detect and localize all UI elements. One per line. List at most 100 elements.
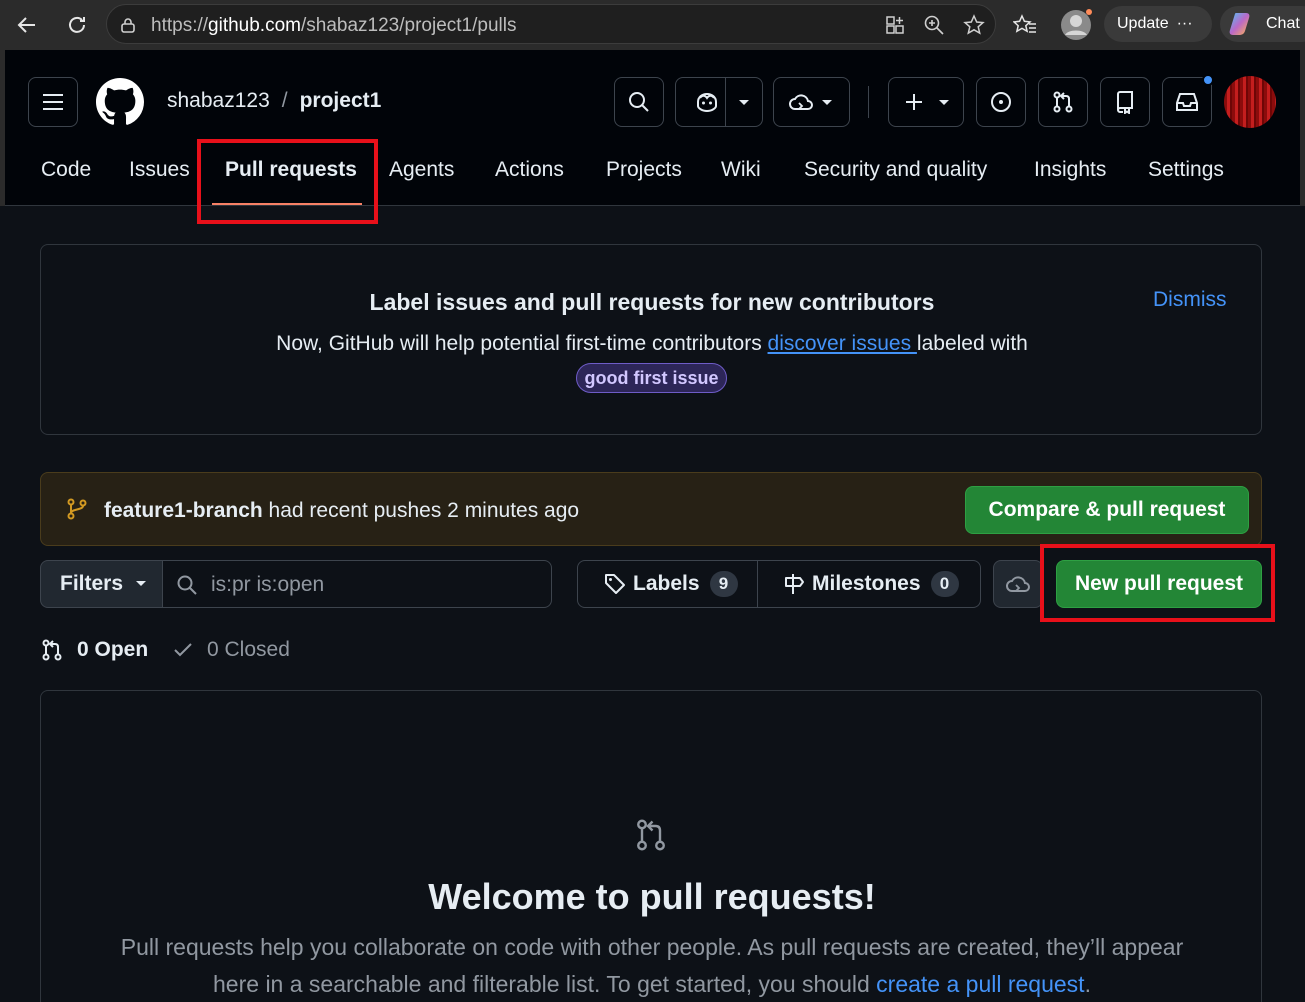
labels-label: Labels [633, 572, 700, 595]
empty-state-panel: Welcome to pull requests! Pull requests … [40, 690, 1262, 1002]
create-new-button[interactable] [888, 77, 964, 127]
copilot-icon [697, 92, 717, 113]
copilot-icon [1229, 13, 1250, 35]
open-filter-link[interactable]: 0 Open [40, 638, 148, 662]
update-label: Update [1117, 15, 1169, 32]
search-input[interactable] [211, 571, 531, 599]
zoom-icon[interactable] [921, 12, 947, 38]
issues-button[interactable] [976, 77, 1026, 127]
site-info-icon[interactable] [115, 12, 141, 38]
tab-settings[interactable]: Settings [1148, 158, 1224, 182]
update-button[interactable]: Update ··· [1104, 6, 1212, 42]
milestone-icon [785, 574, 804, 594]
address-bar[interactable]: https://github.com/shabaz123/project1/pu… [106, 4, 996, 44]
dismiss-button[interactable]: Dismiss [1153, 288, 1227, 312]
tab-code[interactable]: Code [41, 158, 91, 182]
repo-owner-link[interactable]: shabaz123 [167, 89, 270, 112]
open-count: 0 Open [77, 638, 149, 661]
chat-label: Chat [1266, 15, 1300, 32]
banner-text-before: Now, GitHub will help potential first-ti… [276, 332, 768, 355]
filters-label: Filters [60, 572, 124, 595]
chevron-down-icon [822, 100, 832, 105]
codespaces-menu-button[interactable] [773, 77, 850, 127]
more-dots: ··· [1176, 15, 1193, 32]
tab-agents[interactable]: Agents [389, 158, 454, 182]
tag-icon [605, 574, 625, 594]
chevron-down-icon [136, 581, 147, 586]
compare-pull-request-button[interactable]: Compare & pull request [965, 486, 1249, 534]
git-pull-request-icon [1053, 91, 1073, 113]
git-pull-request-icon [637, 819, 665, 851]
plus-icon [906, 94, 922, 110]
profile-icon[interactable] [1058, 7, 1094, 43]
url-text: https://github.com/shabaz123/project1/pu… [151, 15, 516, 37]
tab-projects[interactable]: Projects [606, 158, 682, 182]
copilot-chat-button[interactable]: Chat [1220, 6, 1305, 42]
search-button[interactable] [614, 77, 664, 127]
cloud-icon [1006, 576, 1030, 592]
milestones-count: 0 [930, 571, 959, 597]
tab-insights[interactable]: Insights [1034, 158, 1106, 182]
favorite-star-icon[interactable] [961, 12, 987, 38]
repositories-button[interactable] [1100, 77, 1150, 127]
hamburger-icon [43, 94, 63, 110]
recent-push-text: feature1-branch had recent pushes 2 minu… [104, 499, 579, 523]
git-branch-icon [67, 498, 87, 520]
back-icon[interactable] [8, 7, 44, 43]
highlight-box-pull-requests-tab [197, 139, 378, 224]
closed-filter-link[interactable]: 0 Closed [172, 638, 290, 662]
banner-title: Label issues and pull requests for new c… [369, 289, 935, 315]
url-host: github.com [208, 15, 301, 36]
copilot-menu-button[interactable] [675, 77, 763, 127]
pr-search-box [162, 560, 552, 608]
empty-state-description: Pull requests help you collaborate on co… [101, 929, 1203, 1002]
url-path: /shabaz123/project1/pulls [300, 15, 517, 36]
branch-name[interactable]: feature1-branch [104, 499, 263, 522]
refresh-icon[interactable] [59, 7, 95, 43]
search-icon [629, 92, 649, 112]
discover-issues-link[interactable]: discover issues [768, 332, 917, 355]
banner-text: Now, GitHub will help potential first-ti… [41, 332, 1263, 356]
menu-button[interactable] [28, 77, 78, 127]
avatar[interactable] [1224, 76, 1276, 128]
tab-actions[interactable]: Actions [495, 158, 564, 182]
breadcrumb-separator: / [281, 89, 288, 112]
repo-breadcrumb: shabaz123 / project1 [167, 89, 381, 113]
notification-dot [1202, 74, 1214, 86]
closed-count: 0 Closed [207, 638, 290, 661]
pull-requests-button[interactable] [1038, 77, 1088, 127]
issue-opened-icon [991, 92, 1011, 112]
chevron-down-icon [739, 100, 749, 105]
cloud-icon [788, 94, 813, 110]
push-message: had recent pushes 2 minutes ago [262, 499, 580, 522]
url-prefix: https:// [151, 15, 209, 36]
window-frame-right [1300, 50, 1305, 206]
check-icon [174, 643, 192, 657]
chevron-down-icon [939, 100, 949, 105]
inbox-icon [1176, 93, 1198, 111]
repo-name-link[interactable]: project1 [300, 89, 382, 112]
git-pull-request-icon [42, 639, 62, 661]
repo-icon [1116, 91, 1133, 114]
new-contributors-banner: Label issues and pull requests for new c… [40, 244, 1262, 435]
favorites-icon[interactable] [1007, 7, 1043, 43]
milestones-button[interactable]: Milestones 0 [757, 560, 981, 608]
codespaces-button[interactable] [993, 560, 1043, 608]
tab-issues[interactable]: Issues [129, 158, 190, 182]
tab-security-and-quality[interactable]: Security and quality [804, 158, 987, 182]
good-first-issue-label: good first issue [576, 363, 727, 393]
github-logo-icon[interactable] [96, 78, 144, 131]
banner-text-after: labeled with [916, 332, 1028, 355]
header-divider [868, 86, 869, 118]
window-frame-left [0, 50, 5, 206]
empty-state-title: Welcome to pull requests! [428, 876, 876, 917]
create-pull-request-link[interactable]: create a pull request [876, 971, 1084, 997]
browser-toolbar: https://github.com/shabaz123/project1/pu… [0, 0, 1305, 50]
labels-button[interactable]: Labels 9 [577, 560, 758, 608]
search-icon [177, 575, 197, 595]
highlight-box-new-pull-request [1040, 544, 1275, 622]
filters-button[interactable]: Filters [40, 560, 163, 608]
tab-wiki[interactable]: Wiki [721, 158, 761, 182]
apps-icon[interactable] [882, 12, 908, 38]
milestones-label: Milestones [812, 572, 921, 595]
